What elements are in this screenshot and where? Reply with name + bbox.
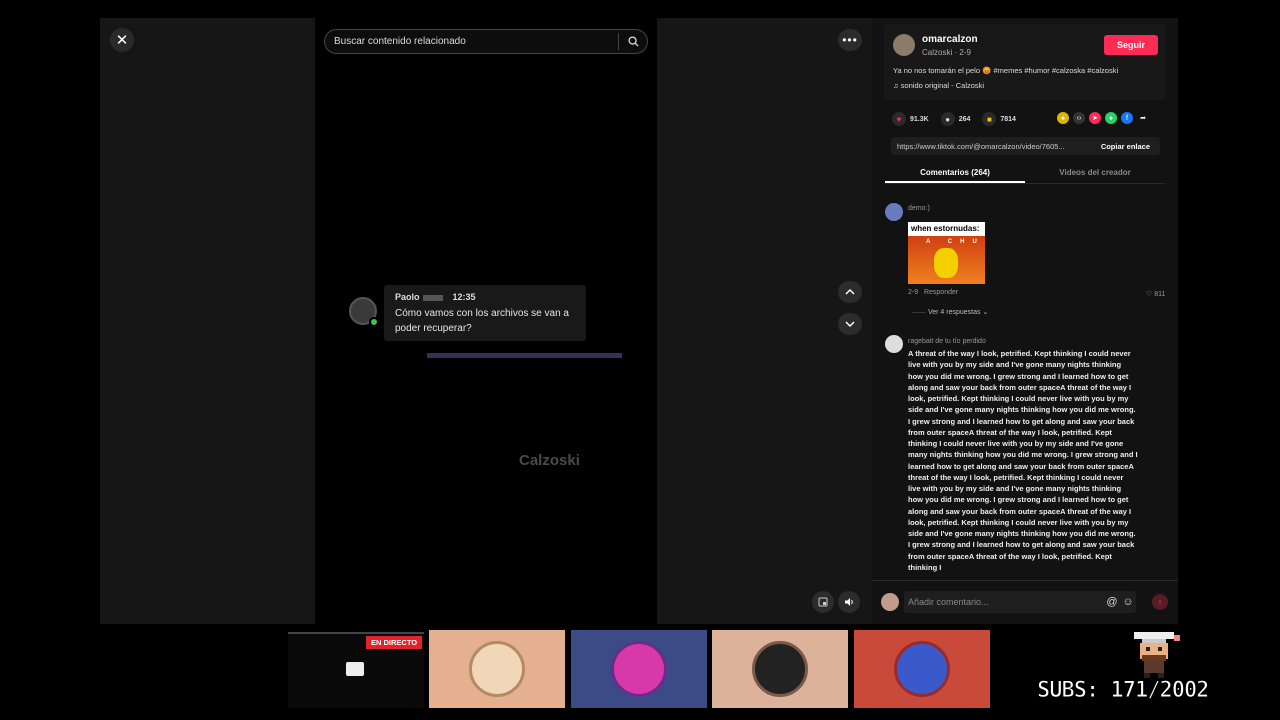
emoji-icon[interactable]: ☺ bbox=[1120, 596, 1136, 608]
sound-link[interactable]: ♫ sonido original - Calzoski bbox=[893, 81, 984, 90]
tab-creator-videos[interactable]: Videos del creador bbox=[1025, 164, 1165, 183]
comment-stat[interactable]: ● 264 bbox=[940, 112, 970, 126]
avatar-thumbnail-3[interactable] bbox=[712, 630, 848, 708]
commenter-name[interactable]: demo:) bbox=[908, 205, 930, 212]
creator-avatar[interactable] bbox=[893, 34, 915, 56]
avatar bbox=[611, 641, 667, 697]
view-replies-button[interactable]: —— Ver 4 respuestas ⌄ bbox=[912, 308, 988, 316]
user-avatar bbox=[881, 593, 899, 611]
search-icon[interactable] bbox=[619, 36, 647, 47]
pixel-mascot-icon bbox=[1134, 632, 1180, 678]
avatar-thumbnail-1[interactable] bbox=[429, 630, 565, 708]
comment-like[interactable]: ♡ 811 bbox=[1146, 290, 1165, 298]
close-icon: ✕ bbox=[115, 32, 129, 49]
avatar bbox=[469, 641, 525, 697]
meme-caption: when estornudas: bbox=[911, 224, 980, 233]
like-stat[interactable]: ♥ 91.3K bbox=[892, 112, 929, 126]
follow-button[interactable]: Seguir bbox=[1104, 35, 1158, 55]
ellipsis-icon: ••• bbox=[842, 33, 858, 47]
left-backdrop bbox=[100, 18, 315, 624]
subs-counter: SUBS: 171/2002 bbox=[1036, 678, 1209, 704]
avatar-thumbnail-4[interactable] bbox=[854, 630, 990, 708]
live-badge: EN DIRECTO bbox=[366, 636, 423, 649]
meme-character bbox=[934, 248, 958, 278]
comment-input[interactable] bbox=[904, 597, 1104, 607]
send-comment-button[interactable]: ↑ bbox=[1152, 594, 1168, 610]
mention-icon[interactable]: @ bbox=[1104, 596, 1120, 608]
app-root: ✕ ••• Paolo 12:35 Cómo vamos con los arc… bbox=[0, 0, 1280, 720]
video-watermark: Calzoski bbox=[519, 452, 580, 469]
reply-button[interactable]: Responder bbox=[924, 289, 958, 296]
embed-icon[interactable]: ‹› bbox=[1073, 112, 1085, 124]
online-indicator bbox=[369, 317, 379, 327]
chevron-down-icon bbox=[845, 321, 855, 328]
send-icon[interactable]: ➤ bbox=[1089, 112, 1101, 124]
search-bar[interactable] bbox=[324, 29, 648, 54]
message-sender: Paolo bbox=[395, 292, 443, 302]
comment-text: A threat of the way I look, petrified. K… bbox=[908, 349, 1138, 572]
commenter-name[interactable]: ragebait de tu tío perdido bbox=[908, 338, 986, 345]
monitor-icon bbox=[346, 662, 364, 676]
divider-line: —— bbox=[912, 309, 928, 316]
speaker-icon bbox=[844, 598, 853, 606]
sidebar-tabs: Comentarios (264) Videos del creador bbox=[885, 164, 1165, 184]
share-options: ● ‹› ➤ ● f ➦ bbox=[1057, 112, 1149, 124]
message-text: Cómo vamos con los archivos se van a pod… bbox=[395, 308, 569, 334]
comment-icon: ● bbox=[940, 112, 955, 126]
chevron-down-icon: ⌄ bbox=[980, 309, 989, 316]
meme-picture: A CHU bbox=[908, 236, 985, 284]
creator-card: omarcalzon Calzoski · 2-9 Seguir Ya no n… bbox=[884, 24, 1166, 100]
share-link-row: https://www.tiktok.com/@omarcalzon/video… bbox=[891, 137, 1160, 155]
facebook-icon[interactable]: f bbox=[1121, 112, 1133, 124]
video-progress-bar bbox=[427, 353, 622, 358]
comment-meme-image[interactable]: when estornudas: A CHU bbox=[908, 222, 985, 284]
redacted-name bbox=[422, 294, 443, 301]
comment-meta: 2-9 Responder bbox=[908, 289, 959, 296]
video-url[interactable]: https://www.tiktok.com/@omarcalzon/video… bbox=[891, 142, 1091, 151]
more-options-button[interactable]: ••• bbox=[838, 29, 862, 51]
copy-link-button[interactable]: Copiar enlace bbox=[1091, 142, 1160, 151]
video-description: Ya no nos tomarán el pelo 😡 #memes #humo… bbox=[893, 66, 1119, 75]
live-stream-thumbnail[interactable]: EN DIRECTO bbox=[288, 632, 424, 708]
commenter-avatar[interactable] bbox=[885, 335, 903, 353]
meme-text: A CHU bbox=[926, 239, 985, 245]
previous-video-button[interactable] bbox=[838, 281, 862, 303]
arrow-up-icon: ↑ bbox=[1157, 597, 1163, 607]
save-stat[interactable]: ■ 7814 bbox=[982, 112, 1016, 126]
music-note-icon: ♫ bbox=[893, 81, 901, 90]
creator-subtitle: Calzoski · 2-9 bbox=[922, 48, 971, 57]
heart-outline-icon: ♡ bbox=[1146, 291, 1155, 298]
chevron-up-icon bbox=[845, 288, 855, 295]
avatar bbox=[752, 641, 808, 697]
whatsapp-icon[interactable]: ● bbox=[1105, 112, 1117, 124]
pip-icon bbox=[818, 597, 828, 607]
comment-composer: @ ☺ ↑ bbox=[872, 580, 1178, 624]
bookmark-icon: ■ bbox=[982, 112, 997, 126]
mini-player-button[interactable] bbox=[812, 591, 834, 613]
avatar bbox=[894, 641, 950, 697]
message-bubble: Paolo 12:35 Cómo vamos con los archivos … bbox=[384, 285, 586, 341]
share-arrow-icon[interactable]: ➦ bbox=[1137, 112, 1149, 124]
tab-comments[interactable]: Comentarios (264) bbox=[885, 164, 1025, 183]
volume-button[interactable] bbox=[838, 591, 860, 613]
avatar-thumbnail-2[interactable] bbox=[571, 630, 707, 708]
search-input[interactable] bbox=[325, 36, 618, 47]
message-time: 12:35 bbox=[452, 292, 476, 302]
commenter-avatar[interactable] bbox=[885, 203, 903, 221]
heart-icon: ♥ bbox=[892, 112, 906, 126]
close-button[interactable]: ✕ bbox=[110, 28, 134, 52]
creator-username[interactable]: omarcalzon bbox=[922, 34, 978, 45]
comment-input-box[interactable]: @ ☺ bbox=[904, 591, 1136, 613]
coin-icon[interactable]: ● bbox=[1057, 112, 1069, 124]
next-video-button[interactable] bbox=[838, 313, 862, 335]
